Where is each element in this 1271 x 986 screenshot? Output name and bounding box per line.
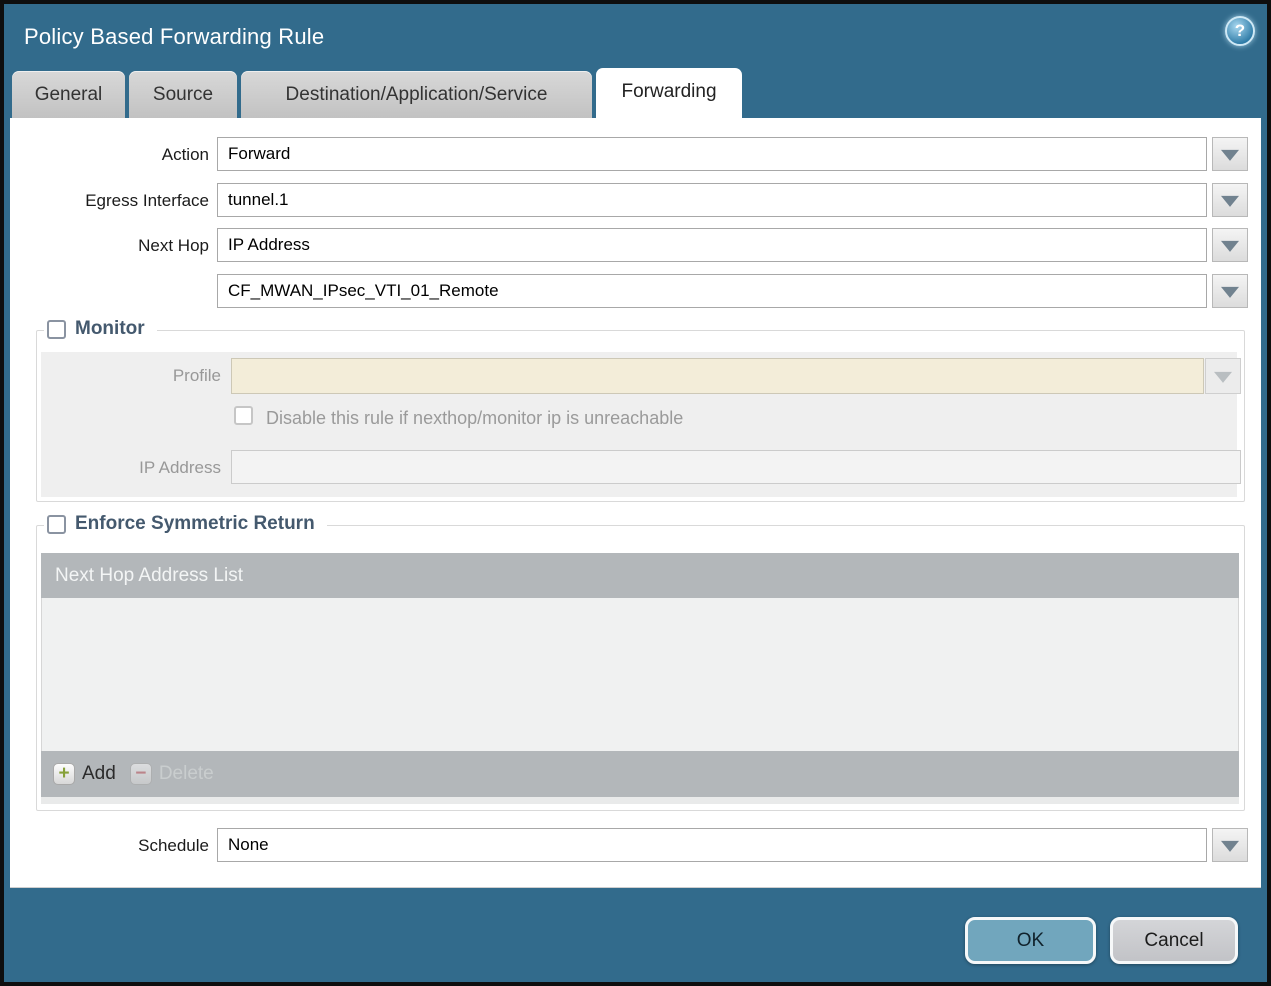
disable-rule-checkbox (234, 406, 253, 425)
forwarding-tab-panel: Action Forward Egress Interface tunnel.1… (10, 118, 1261, 888)
action-dropdown-arrow-icon[interactable] (1212, 137, 1248, 171)
schedule-dropdown-arrow-icon[interactable] (1212, 828, 1248, 862)
next-hop-address-list-body[interactable] (41, 598, 1239, 751)
table-toolbar: + Add − Delete (41, 751, 1239, 797)
profile-label: Profile (172, 366, 221, 385)
disable-rule-label: Disable this rule if nexthop/monitor ip … (266, 408, 684, 428)
enforce-symmetric-return-legend-label: Enforce Symmetric Return (75, 513, 315, 534)
monitor-ip-address-input (231, 450, 1241, 484)
enforce-symmetric-return-legend: Enforce Symmetric Return (44, 513, 327, 535)
next-hop-address-dropdown-arrow-icon[interactable] (1212, 274, 1248, 308)
next-hop-dropdown-arrow-icon[interactable] (1212, 228, 1248, 262)
delete-button-label: Delete (158, 763, 214, 784)
tab-source[interactable]: Source (129, 71, 237, 118)
tab-general[interactable]: General (12, 71, 125, 118)
egress-interface-label: Egress Interface (85, 191, 209, 210)
tab-destination-application-service[interactable]: Destination/Application/Service (241, 71, 592, 118)
add-button[interactable]: + Add (53, 763, 116, 785)
monitor-ip-address-label: IP Address (139, 458, 221, 477)
schedule-label: Schedule (138, 836, 209, 855)
delete-minus-icon: − (129, 763, 152, 785)
tab-strip: General Source Destination/Application/S… (4, 68, 1267, 118)
table-bottom-strip (41, 797, 1239, 804)
next-hop-label: Next Hop (138, 236, 209, 255)
add-plus-icon: + (53, 763, 75, 785)
monitor-legend-label: Monitor (75, 318, 145, 339)
egress-interface-select[interactable]: tunnel.1 (217, 183, 1207, 217)
dialog-title: Policy Based Forwarding Rule (24, 24, 325, 49)
ok-button[interactable]: OK (965, 917, 1096, 964)
enforce-symmetric-return-section: Enforce Symmetric Return Next Hop Addres… (36, 513, 1245, 811)
monitor-panel: Profile Disable this rule if nexthop/mon… (41, 352, 1241, 497)
add-button-label: Add (82, 763, 116, 784)
monitor-section: Monitor Profile Disable this rule if nex… (36, 318, 1245, 502)
profile-select (231, 358, 1204, 394)
policy-based-forwarding-dialog: Policy Based Forwarding Rule ? General S… (0, 0, 1271, 986)
delete-button: − Delete (129, 763, 214, 785)
next-hop-type-select[interactable]: IP Address (217, 228, 1207, 262)
monitor-checkbox[interactable] (47, 319, 66, 339)
action-label: Action (161, 145, 209, 164)
tab-forwarding[interactable]: Forwarding (596, 68, 742, 118)
next-hop-address-table: Next Hop Address List + Add − Delete (41, 553, 1239, 804)
dialog-footer: OK Cancel (4, 888, 1267, 982)
monitor-legend: Monitor (44, 318, 157, 340)
schedule-select[interactable]: None (217, 828, 1207, 862)
title-bar: Policy Based Forwarding Rule ? (4, 4, 1267, 68)
action-select[interactable]: Forward (217, 137, 1207, 171)
next-hop-address-list-header: Next Hop Address List (41, 553, 1239, 598)
enforce-symmetric-return-checkbox[interactable] (47, 514, 66, 534)
cancel-button[interactable]: Cancel (1110, 917, 1238, 964)
next-hop-address-select[interactable]: CF_MWAN_IPsec_VTI_01_Remote (217, 274, 1207, 308)
profile-dropdown-arrow-icon (1205, 358, 1241, 394)
egress-interface-dropdown-arrow-icon[interactable] (1212, 183, 1248, 217)
help-icon[interactable]: ? (1225, 16, 1255, 46)
